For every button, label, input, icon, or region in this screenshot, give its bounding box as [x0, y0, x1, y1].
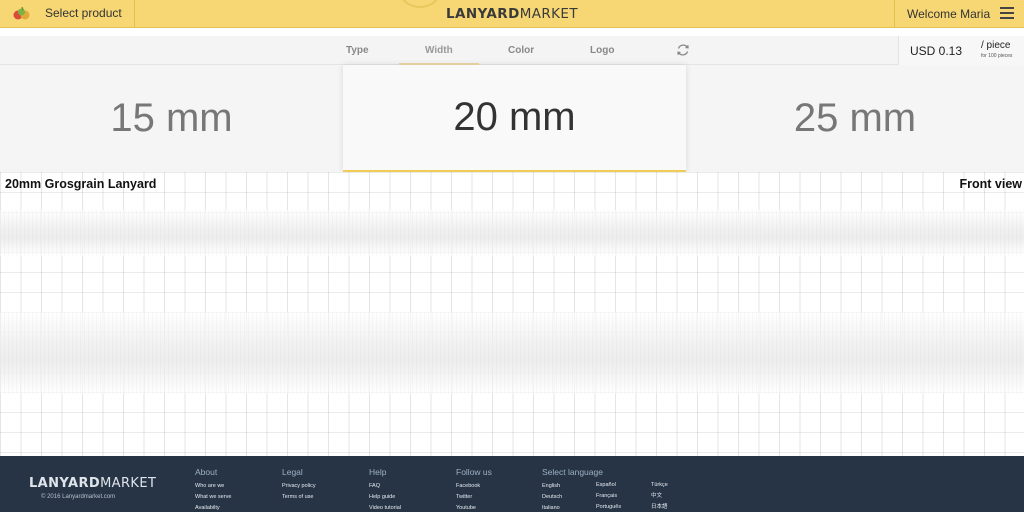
- footer-link[interactable]: Privacy policy: [282, 481, 316, 492]
- footer-link[interactable]: FAQ: [369, 481, 401, 492]
- footer-link[interactable]: Help guide: [369, 492, 401, 503]
- footer-brand-light: MARKET: [100, 476, 157, 491]
- footer-col-legal: Legal Privacy policy Terms of use: [282, 467, 316, 503]
- tab-type[interactable]: Type: [346, 45, 369, 56]
- footer-col-follow: Follow us Facebook Twitter Youtube: [456, 467, 492, 514]
- configurator-tabs: Type Width Color Logo: [0, 36, 1024, 65]
- top-bar: Select product LANYARDMARKET Welcome Mar…: [0, 0, 1024, 28]
- footer-col-help: Help FAQ Help guide Video tutorial: [369, 467, 401, 514]
- price-summary: USD 0.13 / piece for 100 pieces: [898, 36, 1024, 65]
- price-note: for 100 pieces: [981, 53, 1013, 59]
- lanyard-strip-main: [0, 312, 1024, 394]
- footer-col-language: Select language English Deutsch Italiano: [542, 467, 603, 514]
- footer-link[interactable]: Youtube: [456, 503, 492, 514]
- menu-icon[interactable]: [1000, 7, 1014, 19]
- footer-heading: Select language: [542, 467, 603, 477]
- footer-col-about: About Who are we What we serve Availabil…: [195, 467, 231, 514]
- tab-width[interactable]: Width: [425, 45, 453, 56]
- language-link[interactable]: Deutsch: [542, 492, 603, 503]
- footer-heading: Follow us: [456, 467, 492, 477]
- footer-brand[interactable]: LANYARDMARKET: [29, 476, 156, 491]
- language-link[interactable]: Português: [596, 502, 621, 513]
- language-link[interactable]: 日本語: [651, 502, 668, 513]
- width-options: 15 mm 20 mm 25 mm: [0, 65, 1024, 172]
- tab-logo[interactable]: Logo: [590, 45, 614, 56]
- footer-link[interactable]: Terms of use: [282, 492, 316, 503]
- footer-link[interactable]: Video tutorial: [369, 503, 401, 514]
- footer-link[interactable]: Who are we: [195, 481, 231, 492]
- tab-color[interactable]: Color: [508, 45, 534, 56]
- preview-view-label: Front view: [959, 177, 1022, 191]
- language-link[interactable]: Español: [596, 480, 621, 491]
- language-link[interactable]: 中文: [651, 491, 668, 502]
- language-link[interactable]: English: [542, 481, 603, 492]
- price-unit: / piece: [981, 40, 1011, 51]
- footer-heading: Help: [369, 467, 387, 477]
- footer-copyright: © 2016 Lanyardmarket.com: [41, 494, 116, 500]
- brand-logo[interactable]: LANYARDMARKET: [0, 6, 1024, 22]
- welcome-text: Welcome Maria: [907, 7, 991, 21]
- language-link[interactable]: Italiano: [542, 503, 603, 514]
- footer-brand-bold: LANYARD: [29, 476, 101, 491]
- footer-heading: Legal: [282, 467, 303, 477]
- lanyard-preview: [0, 172, 1024, 456]
- width-option-15[interactable]: 15 mm: [0, 65, 343, 172]
- brand-logo-light: MARKET: [519, 6, 578, 22]
- brand-logo-bold: LANYARD: [446, 6, 520, 22]
- footer-link[interactable]: Facebook: [456, 481, 492, 492]
- footer: LANYARDMARKET © 2016 Lanyardmarket.com A…: [0, 456, 1024, 512]
- language-link[interactable]: Türkçe: [651, 480, 668, 491]
- footer-col-language-2: Español Français Português: [596, 480, 621, 513]
- lanyard-strip-top: [0, 210, 1024, 256]
- footer-link[interactable]: Twitter: [456, 492, 492, 503]
- width-option-25[interactable]: 25 mm: [686, 65, 1024, 172]
- footer-heading: About: [195, 467, 218, 477]
- preview-title: 20mm Grosgrain Lanyard: [5, 177, 157, 191]
- price-value: USD 0.13: [910, 44, 963, 58]
- footer-col-language-3: Türkçe 中文 日本語: [651, 480, 668, 513]
- footer-link[interactable]: Availabilty: [195, 503, 231, 514]
- width-option-20[interactable]: 20 mm: [343, 65, 686, 172]
- user-menu[interactable]: Welcome Maria: [894, 0, 1024, 28]
- refresh-icon[interactable]: [676, 43, 690, 57]
- footer-link[interactable]: What we serve: [195, 492, 231, 503]
- language-link[interactable]: Français: [596, 491, 621, 502]
